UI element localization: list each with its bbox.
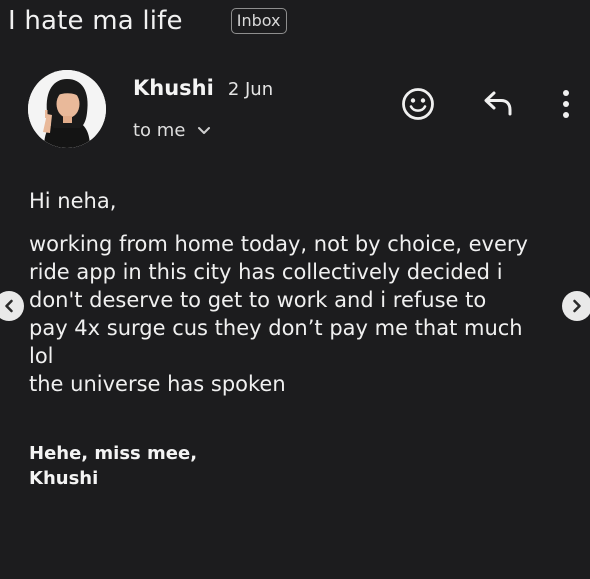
chevron-left-icon (5, 299, 13, 313)
email-date: 2 Jun (227, 79, 274, 100)
reply-icon (484, 91, 512, 116)
more-vert-icon (563, 90, 569, 118)
inbox-label-chip[interactable]: Inbox (230, 8, 287, 34)
chevron-down-icon (198, 126, 211, 134)
sender-name[interactable]: Khushi (133, 76, 214, 100)
next-button[interactable] (562, 291, 590, 321)
email-subject: I hate ma life (8, 6, 183, 36)
subject-row: I hate ma life Inbox (8, 6, 287, 36)
chevron-right-icon (573, 299, 581, 313)
email-greeting: Hi neha, (29, 189, 117, 213)
more-options-button[interactable] (556, 87, 576, 121)
add-reaction-button[interactable] (400, 86, 436, 122)
sender-info: Khushi 2 Jun (133, 76, 273, 100)
reply-button[interactable] (481, 88, 515, 118)
previous-button[interactable] (0, 291, 24, 321)
email-body: working from home today, not by choice, … (29, 232, 528, 396)
email-signoff: Hehe, miss mee, Khushi (29, 443, 198, 489)
recipient-label: to me (133, 120, 186, 141)
avatar[interactable] (28, 70, 106, 148)
smiley-icon (402, 88, 434, 120)
recipient-details-toggle[interactable]: to me (133, 120, 211, 141)
